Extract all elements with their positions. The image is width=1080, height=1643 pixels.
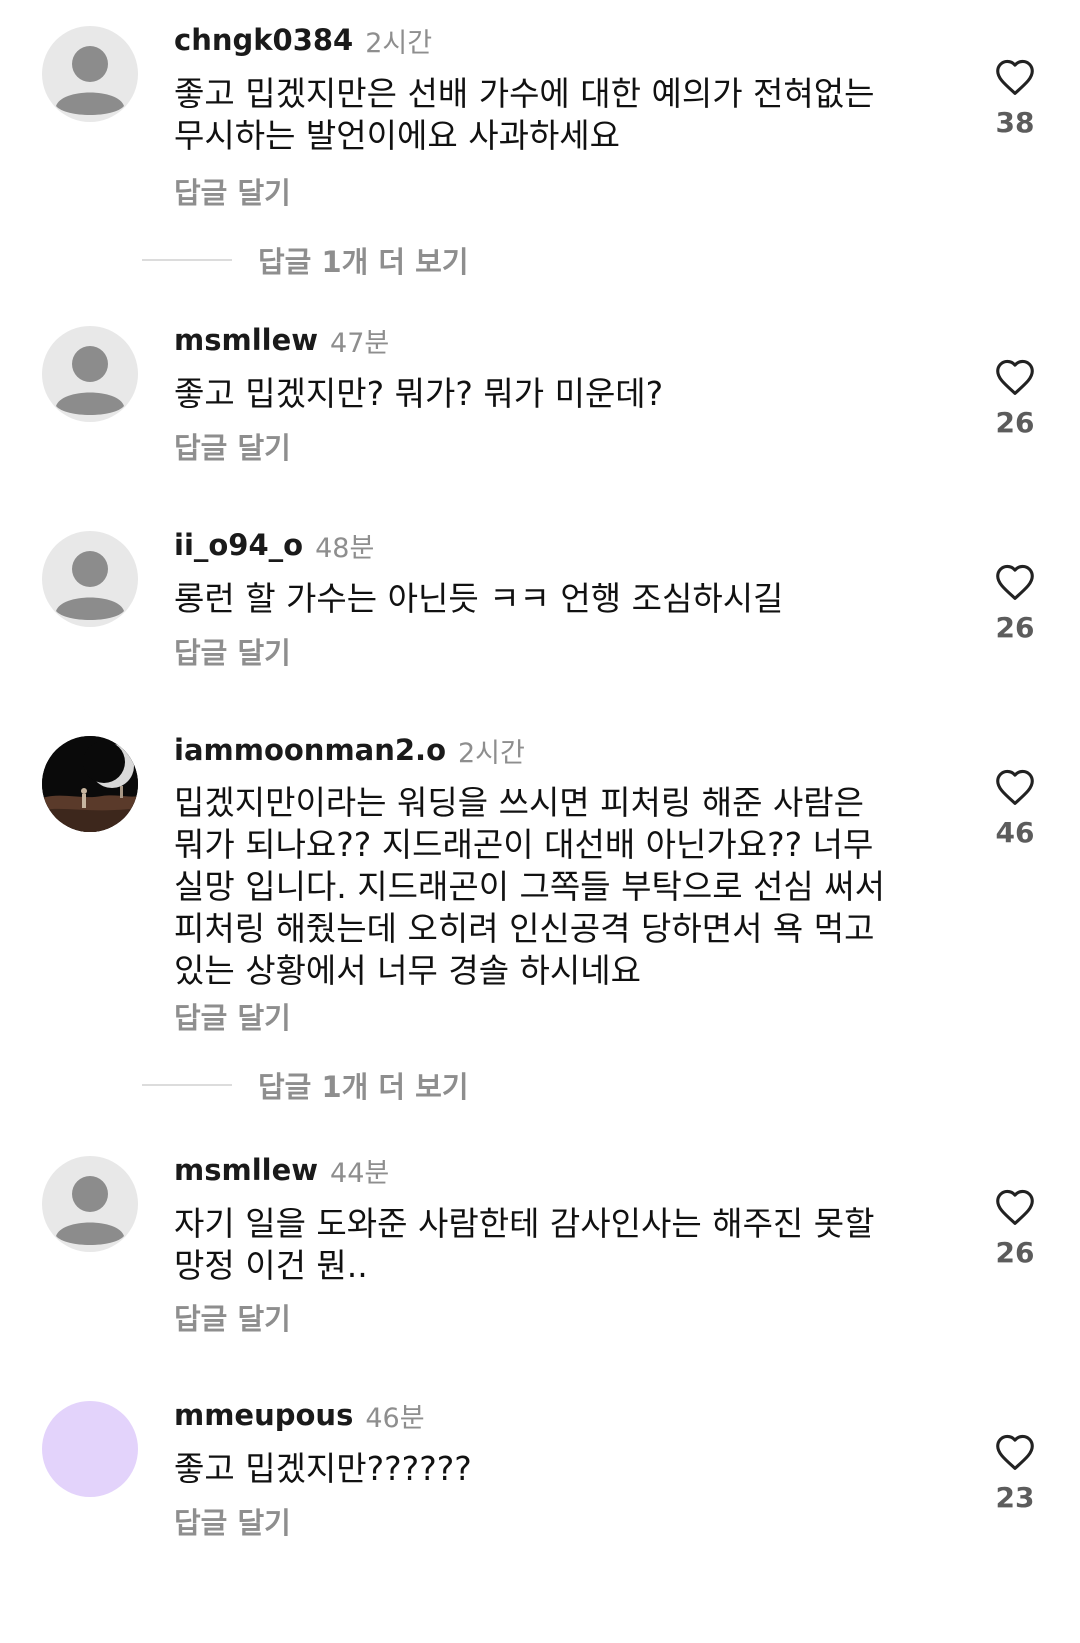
comment-timestamp: 2시간	[458, 737, 525, 769]
reply-button[interactable]: 답글 달기	[174, 1296, 291, 1338]
comment-username[interactable]: chngk0384	[174, 23, 353, 57]
moon-photo-icon	[42, 736, 138, 832]
like-button[interactable]: 26	[975, 1188, 1055, 1269]
like-button[interactable]: 38	[975, 58, 1055, 139]
heart-icon	[996, 59, 1034, 95]
user-silhouette-icon	[56, 346, 124, 415]
like-button[interactable]: 46	[975, 768, 1055, 849]
divider-line	[142, 1084, 232, 1086]
comment-header: mmeupous 46분	[174, 1395, 425, 1435]
like-count: 26	[995, 406, 1035, 439]
reply-button[interactable]: 답글 달기	[174, 170, 291, 212]
like-count: 46	[995, 816, 1035, 849]
comment-header: msmllew 44분	[174, 1150, 389, 1190]
comment-username[interactable]: msmllew	[174, 1153, 318, 1187]
heart-icon	[996, 769, 1034, 805]
like-button[interactable]: 26	[975, 563, 1055, 644]
user-silhouette-icon	[56, 46, 124, 115]
avatar[interactable]	[42, 326, 138, 422]
user-silhouette-icon	[56, 551, 124, 620]
comment-text: 롱런 할 가수는 아닌듯 ㅋㅋ 언행 조심하시길	[174, 579, 784, 618]
user-silhouette-icon	[56, 1176, 124, 1245]
heart-icon	[996, 564, 1034, 600]
comment-header: msmllew 47분	[174, 320, 389, 360]
view-more-replies-button[interactable]: 답글 1개 더 보기	[142, 1065, 469, 1105]
heart-icon	[996, 1189, 1034, 1225]
avatar[interactable]	[42, 1401, 138, 1497]
comment-header: ii_o94_o 48분	[174, 525, 374, 565]
comment-text: 밉겠지만이라는 워딩을 쓰시면 피처링 해준 사람은 뭐가 되나요?? 지드래곤…	[174, 783, 885, 990]
avatar[interactable]	[42, 531, 138, 627]
avatar[interactable]	[42, 736, 138, 832]
like-button[interactable]: 26	[975, 358, 1055, 439]
comment-username[interactable]: mmeupous	[174, 1398, 353, 1432]
comment-text: 자기 일을 도와준 사람한테 감사인사는 해주진 못할 망정 이건 뭔..	[174, 1204, 875, 1285]
reply-button[interactable]: 답글 달기	[174, 1500, 291, 1542]
avatar[interactable]	[42, 26, 138, 122]
like-count: 38	[995, 106, 1035, 139]
comment-header: chngk0384 2시간	[174, 20, 432, 60]
comment-timestamp: 2시간	[365, 27, 433, 59]
like-count: 23	[995, 1481, 1035, 1514]
reply-button[interactable]: 답글 달기	[174, 995, 291, 1037]
comment-header: iammoonman2.o 2시간	[174, 730, 525, 770]
comment-timestamp: 44분	[330, 1157, 390, 1189]
divider-line	[142, 259, 232, 261]
like-count: 26	[995, 611, 1035, 644]
comment-username[interactable]: msmllew	[174, 323, 318, 357]
comment-timestamp: 48분	[315, 532, 375, 564]
like-button[interactable]: 23	[975, 1433, 1055, 1514]
comment-username[interactable]: ii_o94_o	[174, 528, 303, 562]
heart-icon	[996, 359, 1034, 395]
view-more-replies-label: 답글 1개 더 보기	[258, 245, 469, 279]
reply-button[interactable]: 답글 달기	[174, 425, 291, 467]
comment-username[interactable]: iammoonman2.o	[174, 733, 446, 767]
comment-timestamp: 46분	[365, 1402, 425, 1434]
heart-icon	[996, 1434, 1034, 1470]
view-more-replies-label: 답글 1개 더 보기	[258, 1070, 469, 1104]
comment-text: 좋고 밉겠지만? 뭐가? 뭐가 미운데?	[174, 374, 664, 413]
view-more-replies-button[interactable]: 답글 1개 더 보기	[142, 240, 469, 280]
comment-text: 좋고 밉겠지만??????	[174, 1449, 472, 1488]
reply-button[interactable]: 답글 달기	[174, 630, 291, 672]
avatar[interactable]	[42, 1156, 138, 1252]
comment-timestamp: 47분	[330, 327, 390, 359]
like-count: 26	[995, 1236, 1035, 1269]
comment-text: 좋고 밉겠지만은 선배 가수에 대한 예의가 전혀없는 무시하는 발언이에요 사…	[174, 74, 875, 155]
